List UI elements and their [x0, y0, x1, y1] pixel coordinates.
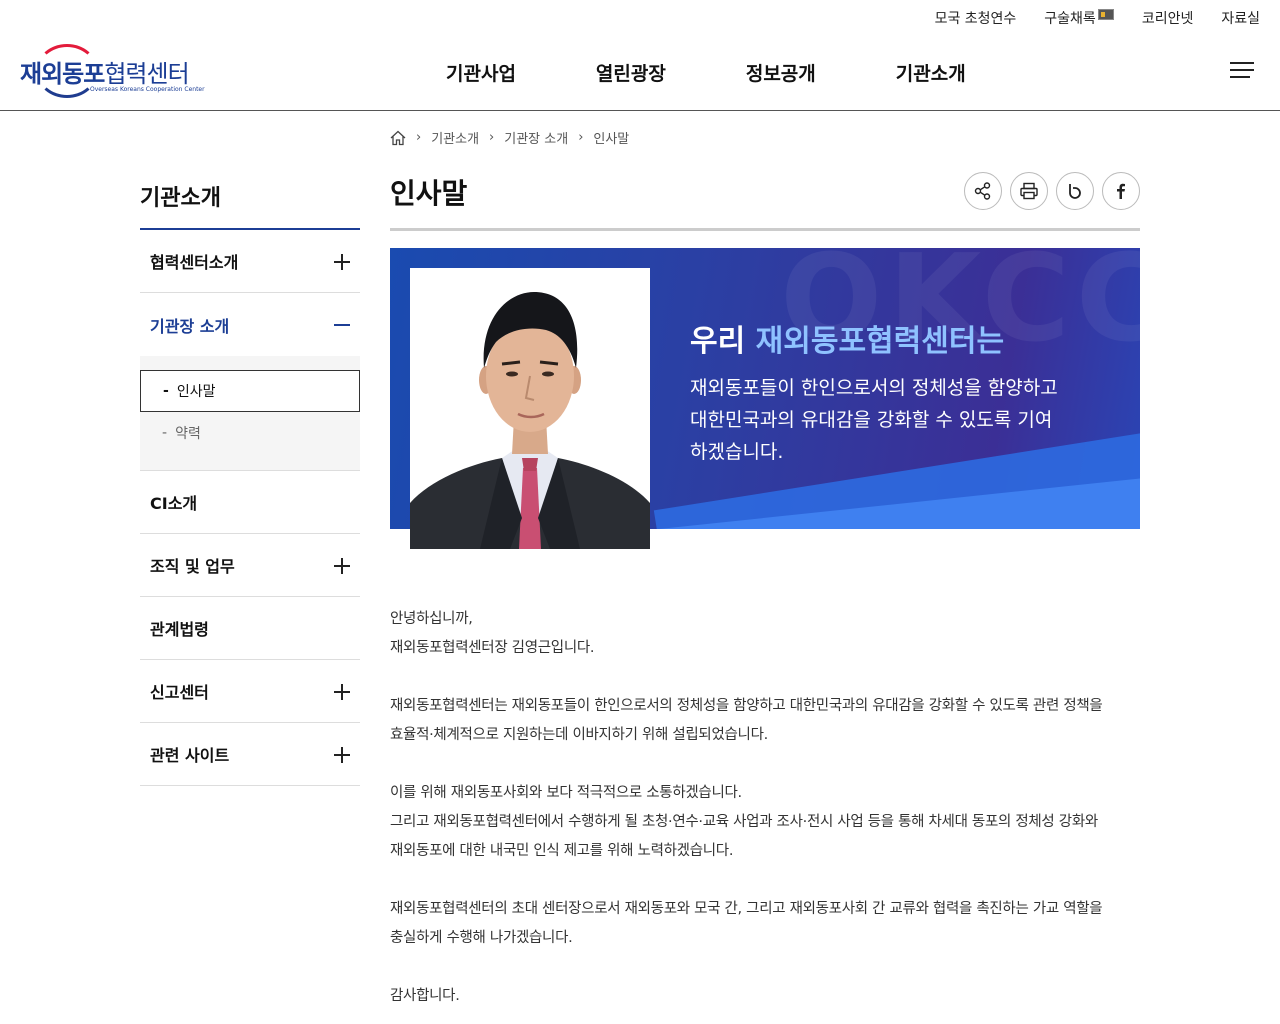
sidebar-subitem-label: 인사말 [176, 384, 216, 400]
sidebar-item-label: 신고센터 [150, 683, 209, 702]
home-icon[interactable] [390, 130, 406, 146]
nav-item-open-square[interactable]: 열린광장 [596, 59, 666, 86]
greeting-line: 충실하게 수행해 나가겠습니다. [390, 930, 573, 946]
banner-heading: 우리 재외동포협력센터는 [690, 316, 1004, 360]
greeting-paragraph: 감사합니다. [390, 982, 1150, 1011]
banner-heading-highlight: 재외동포협력센터는 [755, 324, 1005, 359]
sidebar-item-related-sites[interactable]: 관련 사이트 [140, 723, 360, 786]
logo-subtitle: Overseas Koreans Cooperation Center [90, 86, 205, 93]
share-icon [974, 182, 991, 200]
greeting-line: 재외동포에 대한 내국민 인식 제고를 위해 노력하겠습니다. [390, 843, 734, 859]
sidebar-item-organization[interactable]: 조직 및 업무 [140, 534, 360, 597]
banner-text-line: 재외동포들이 한인으로서의 정체성을 함양하고 [690, 377, 1058, 399]
sidebar-item-label: 관련 사이트 [150, 746, 230, 765]
greeting-line: 재외동포협력센터장 김영근입니다. [390, 640, 595, 656]
logo-name: 재외동포협력센터 [20, 54, 190, 89]
page-title: 인사말 [390, 177, 468, 210]
greeting-line: 감사합니다. [390, 988, 460, 1004]
hamburger-menu-icon[interactable] [1230, 62, 1254, 82]
sidebar-item-label: 조직 및 업무 [150, 557, 235, 576]
nav-item-about[interactable]: 기관소개 [896, 59, 966, 86]
blog-share-button[interactable] [1056, 172, 1094, 210]
plus-icon [334, 254, 350, 270]
sidebar-item-label: 관계법령 [150, 620, 209, 639]
breadcrumb-item[interactable]: 기관소개 [431, 128, 479, 147]
print-icon [1020, 182, 1038, 200]
greeting-line: 재외동포협력센터의 초대 센터장으로서 재외동포와 모국 간, 그리고 재외동포… [390, 901, 1103, 917]
banner-text-line: 대한민국과의 유대감을 강화할 수 있도록 기여 [690, 409, 1053, 431]
flag-icon [1097, 8, 1114, 20]
logo-name-a: 재외동포 [20, 60, 105, 88]
greeting-line: 재외동포협력센터는 재외동포들이 한인으로서의 정체성을 함양하고 대한민국과의… [390, 698, 1103, 714]
greeting-paragraph: 재외동포협력센터의 초대 센터장으로서 재외동포와 모국 간, 그리고 재외동포… [390, 895, 1150, 953]
sidebar-item-center-intro[interactable]: 협력센터소개 [140, 230, 360, 293]
breadcrumb-current: 인사말 [593, 132, 630, 147]
sidebar-item-label: 협력센터소개 [150, 253, 239, 272]
greeting-paragraph: 재외동포협력센터는 재외동포들이 한인으로서의 정체성을 함양하고 대한민국과의… [390, 692, 1150, 750]
greeting-line: 효율적·체계적으로 지원하는데 이바지하기 위해 설립되었습니다. [390, 727, 768, 743]
greeting-paragraph: 이를 위해 재외동포사회와 보다 적극적으로 소통하겠습니다. 그리고 재외동포… [390, 779, 1150, 866]
plus-icon [334, 684, 350, 700]
share-button[interactable] [964, 172, 1002, 210]
dash-icon: - [163, 383, 169, 399]
plus-icon [334, 558, 350, 574]
sidebar-title: 기관소개 [140, 180, 360, 230]
logo-name-b: 협력센터 [104, 60, 189, 88]
util-link-oral-history-label: 구술채록 [1044, 11, 1096, 27]
greeting-paragraph: 안녕하십니까, 재외동포협력센터장 김영근입니다. [390, 605, 1150, 663]
utility-bar: 모국 초청연수 구술채록 코리안넷 자료실 [0, 0, 1280, 34]
sidebar-item-head-intro[interactable]: 기관장 소개 [140, 293, 360, 356]
page-tools [964, 172, 1140, 210]
banner-text: 재외동포들이 한인으로서의 정체성을 함양하고 대한민국과의 유대감을 강화할 … [690, 372, 1090, 468]
facebook-share-button[interactable] [1102, 172, 1140, 210]
sidebar-subitem-label: 약력 [175, 426, 201, 442]
director-portrait [410, 268, 650, 549]
util-link-koreannet[interactable]: 코리안넷 [1142, 8, 1194, 28]
main-nav: 기관사업 열린광장 정보공개 기관소개 [446, 59, 1046, 86]
chevron-right-icon: › [416, 130, 422, 145]
breadcrumb: › 기관소개 › 기관장 소개 › 인사말 [390, 128, 629, 147]
sidebar: 기관소개 협력센터소개 기관장 소개 - 인사말 - 약력 CI소개 조직 및 … [140, 180, 360, 786]
sidebar-item-label: CI소개 [150, 494, 198, 513]
sidebar-item-label: 기관장 소개 [150, 316, 230, 336]
sidebar-item-report-center[interactable]: 신고센터 [140, 660, 360, 723]
greeting-line: 안녕하십니까, [390, 611, 473, 627]
dash-icon: - [162, 425, 168, 441]
sidebar-item-ci[interactable]: CI소개 [140, 471, 360, 534]
banner-text-line: 하겠습니다. [690, 441, 784, 463]
blog-icon [1069, 184, 1081, 199]
site-header: 재외동포협력센터 Overseas Koreans Cooperation Ce… [0, 34, 1280, 111]
banner-heading-a: 우리 [690, 324, 756, 359]
greeting-line: 이를 위해 재외동포사회와 보다 적극적으로 소통하겠습니다. [390, 785, 742, 801]
greeting-line: 그리고 재외동포협력센터에서 수행하게 될 초청·연수·교육 사업과 조사·전시… [390, 814, 1098, 830]
breadcrumb-item[interactable]: 기관장 소개 [504, 128, 568, 147]
util-link-archive[interactable]: 자료실 [1221, 8, 1260, 28]
nav-item-business[interactable]: 기관사업 [446, 59, 516, 86]
sidebar-submenu: - 인사말 - 약력 [140, 356, 360, 471]
site-logo[interactable]: 재외동포협력센터 Overseas Koreans Cooperation Ce… [20, 42, 205, 102]
title-divider [390, 228, 1140, 231]
facebook-icon [1117, 183, 1125, 199]
sidebar-subitem-greeting[interactable]: - 인사말 [140, 370, 360, 412]
nav-item-disclosure[interactable]: 정보공개 [746, 59, 816, 86]
minus-icon [334, 317, 350, 333]
greeting-text: 안녕하십니까, 재외동포협력센터장 김영근입니다. 재외동포협력센터는 재외동포… [390, 605, 1150, 1024]
util-link-invitation-training[interactable]: 모국 초청연수 [935, 8, 1017, 28]
utility-links: 모국 초청연수 구술채록 코리안넷 자료실 [907, 8, 1260, 28]
util-link-oral-history[interactable]: 구술채록 [1044, 8, 1114, 28]
plus-icon [334, 747, 350, 763]
chevron-right-icon: › [489, 130, 495, 145]
chevron-right-icon: › [578, 130, 584, 145]
sidebar-item-laws[interactable]: 관계법령 [140, 597, 360, 660]
print-button[interactable] [1010, 172, 1048, 210]
sidebar-subitem-profile[interactable]: - 약력 [140, 412, 360, 454]
